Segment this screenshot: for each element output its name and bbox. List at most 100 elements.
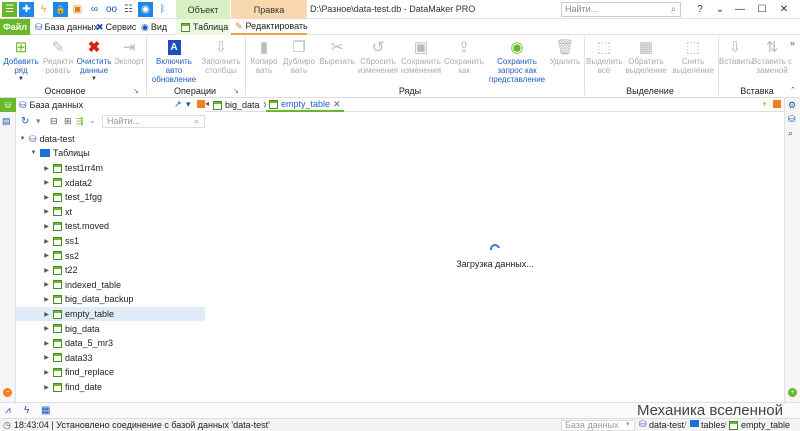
crumb-table[interactable]: empty_table [741, 420, 790, 430]
table-row[interactable]: ▶ test1rr4m [16, 161, 205, 175]
expand-arrow-icon[interactable]: ▶ [43, 179, 50, 186]
select-all-button[interactable]: ⬚ Выделить всё [586, 37, 623, 76]
table-row[interactable]: ▶ t22 [16, 263, 205, 277]
expand-arrow-icon[interactable]: ▶ [43, 311, 50, 318]
close-icon[interactable]: ✕ [774, 0, 794, 19]
table-row[interactable]: ▶ empty_table [16, 307, 205, 321]
warning-icon[interactable]: − [3, 388, 12, 397]
table-row[interactable]: ▶ test_1fgg [16, 190, 205, 204]
database-icon[interactable]: ⛁ [788, 114, 796, 125]
gear-icon[interactable]: ⚙ [788, 100, 796, 111]
dropdown-icon[interactable]: ▾ [36, 116, 41, 127]
tree-root[interactable]: ▼ ⛁ data-test [16, 132, 205, 146]
table-row[interactable]: ▶ data_5_mr3 [16, 336, 205, 350]
search-icon[interactable]: ⌕ [194, 116, 199, 127]
tab-service[interactable]: ✖ Сервис [96, 19, 136, 35]
add-tab-icon[interactable]: + [762, 99, 767, 109]
dialog-launcher-icon[interactable]: ↘ [233, 87, 239, 95]
expand-arrow-icon[interactable]: ▶ [43, 369, 50, 376]
table-row[interactable]: ▶ indexed_table [16, 278, 205, 292]
collapse-icon[interactable]: ⊟ [50, 116, 58, 127]
table-row[interactable]: ▶ big_data [16, 322, 205, 336]
global-search-input[interactable]: Найти... [561, 2, 681, 17]
expand-arrow-icon[interactable]: ▶ [43, 340, 50, 347]
objects-icon[interactable]: ▤ [2, 116, 11, 127]
chart-icon[interactable]: ⩘ [5, 405, 11, 416]
doc-tab-empty-table[interactable]: empty_table ✕ [266, 98, 344, 112]
table-row[interactable]: ▶ data33 [16, 351, 205, 365]
panel-menu-icon[interactable] [197, 100, 205, 108]
crumb-db[interactable]: data-test [649, 420, 684, 430]
tree-folder[interactable]: ▼ Таблицы [16, 146, 205, 160]
table-row[interactable]: ▶ ss2 [16, 249, 205, 263]
paste-button[interactable]: ⇩ Вставить [719, 37, 753, 67]
context-tab-object[interactable]: Объект [176, 0, 230, 19]
edit-row-button[interactable]: ✎ Редакти ровать [40, 37, 76, 76]
expand-arrow-icon[interactable]: ▶ [43, 238, 50, 245]
glasses-icon[interactable]: oo [104, 2, 119, 17]
table-row[interactable]: ▶ find_date [16, 380, 205, 394]
expand-arrow-icon[interactable]: ▶ [43, 194, 50, 201]
eye-icon[interactable]: ◉ [138, 2, 153, 17]
list-icon[interactable]: ☷ [121, 2, 136, 17]
export-button[interactable]: ⇥ Экспорт [112, 37, 146, 67]
db-search-input[interactable]: Найти... [102, 115, 205, 128]
table-row[interactable]: ▶ ss1 [16, 234, 205, 248]
save-icon[interactable]: ▣ [70, 2, 85, 17]
bolt-icon[interactable]: ϟ [24, 405, 29, 416]
bluetooth-icon[interactable]: ᛒ [155, 2, 170, 17]
tab-list-icon[interactable]: ◂ [205, 99, 209, 108]
cut-button[interactable]: ✂ Вырезать [316, 37, 358, 67]
save-changes-button[interactable]: ▣ Сохранить изменения [399, 37, 443, 76]
lock-icon[interactable]: 🔒 [53, 2, 68, 17]
expand-arrow-icon[interactable]: ▶ [43, 165, 50, 172]
add-icon[interactable]: + [788, 388, 797, 397]
maximize-icon[interactable]: ☐ [752, 0, 772, 19]
table-row[interactable]: ▶ find_replace [16, 365, 205, 379]
table-row[interactable]: ▶ xt [16, 205, 205, 219]
navigate-icon[interactable]: ↗ [174, 99, 182, 110]
expand-arrow-icon[interactable]: ▶ [43, 296, 50, 303]
tab-view[interactable]: ◉ Вид [141, 19, 167, 35]
close-icon[interactable]: ✕ [333, 99, 341, 110]
tab-edit[interactable]: ✎ Редактировать [231, 19, 308, 35]
expand-arrow-icon[interactable]: ▶ [43, 325, 50, 332]
tab-menu-icon[interactable] [773, 100, 781, 108]
dropdown-icon[interactable]: ⌄ [710, 0, 730, 19]
crumb-folder[interactable]: tables [701, 420, 725, 430]
invert-selection-button[interactable]: ▦ Обратить выделение [622, 37, 670, 76]
expand-arrow-icon[interactable]: ▶ [43, 281, 50, 288]
tab-database[interactable]: ⛁ База данных [35, 19, 98, 35]
paste-replace-button[interactable]: ⇅ Вставить с заменой [751, 37, 793, 76]
expand-arrow-icon[interactable]: ▶ [43, 223, 50, 230]
doc-tab-big-data[interactable]: big_data✕ [210, 98, 273, 112]
save-as-button[interactable]: ⇪ Сохранить как [443, 37, 485, 76]
dialog-launcher-icon[interactable]: ↘ [133, 87, 139, 95]
ribbon-overflow-icon[interactable]: » [790, 38, 795, 48]
expand-arrow-icon[interactable]: ▶ [43, 267, 50, 274]
expand-icon[interactable]: ⊞ [64, 116, 72, 127]
table-row[interactable]: ▶ test.moved [16, 219, 205, 233]
copy-button[interactable]: ▮ Копиро вать [246, 37, 282, 76]
tab-table[interactable]: Таблица [176, 19, 230, 35]
expand-arrow-icon[interactable]: ▶ [43, 208, 50, 215]
minimize-icon[interactable]: — [730, 0, 750, 19]
duplicate-button[interactable]: ❐ Дублиро вать [282, 37, 316, 76]
app-menu-icon[interactable]: ☰ [2, 2, 17, 17]
expand-arrow-icon[interactable]: ▶ [43, 354, 50, 361]
calendar-icon[interactable]: ▦ [41, 405, 50, 416]
collapse-arrow-icon[interactable]: ▼ [19, 136, 26, 142]
chevron-down-icon[interactable]: ⌄ [89, 116, 96, 125]
reset-changes-button[interactable]: ↺ Сбросить изменения [357, 37, 399, 76]
help-icon[interactable]: ? [690, 0, 710, 19]
collapse-arrow-icon[interactable]: ▼ [30, 150, 37, 156]
bolt-icon[interactable]: ϟ [36, 2, 51, 17]
refresh-icon[interactable]: ↻ [21, 116, 29, 127]
search-icon[interactable]: ⌕ [666, 2, 681, 17]
pin-icon[interactable]: ▾ [186, 99, 191, 110]
context-tab-edit[interactable]: Правка [231, 0, 307, 19]
save-query-view-button[interactable]: ◉ Сохранить запрос как представление [485, 37, 549, 85]
new-file-icon[interactable]: ✚ [19, 2, 34, 17]
clear-selection-button[interactable]: ⬚ Снять выделение [669, 37, 717, 76]
delete-button[interactable]: 🗑 Удалить [548, 37, 582, 67]
